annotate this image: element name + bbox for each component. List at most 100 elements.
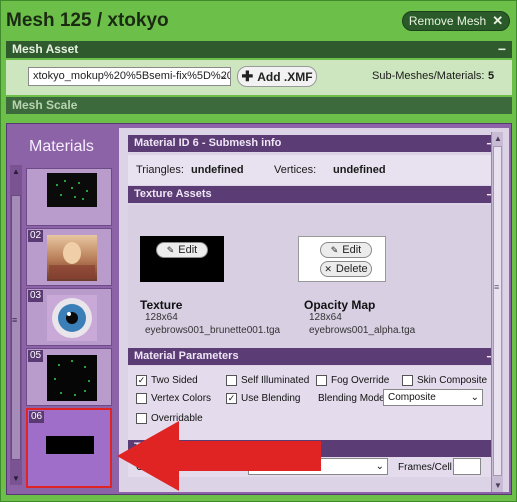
texture-assets-title: Texture Assets [134, 188, 212, 200]
vertices-value: undefined [333, 164, 386, 176]
checkbox-box[interactable]: ✓ [136, 375, 147, 386]
xmf-file-select[interactable]: xtokyo_mokup%20%5Bsemi-fix%5D%20 ⌄ [28, 67, 231, 86]
materials-panel: Materials ▲ ≡ ▼ 02 03 05 06 Material ID … [6, 123, 512, 495]
mode-value: Cycling [253, 461, 286, 472]
material-thumb-06[interactable]: 06 [26, 408, 112, 488]
scroll-up-icon[interactable]: ▲ [494, 134, 502, 143]
overridable-checkbox[interactable]: Overridable [136, 413, 203, 424]
use-blending-label: Use Blending [241, 393, 301, 404]
chevron-down-icon: ⌄ [375, 461, 384, 472]
remove-mesh-button[interactable]: Remove Mesh ✕ [402, 11, 510, 31]
mesh-editor-window: Mesh 125 / xtokyo Remove Mesh ✕ Mesh Ass… [0, 0, 517, 502]
scrollbar-thumb[interactable] [11, 195, 21, 460]
checkbox-box[interactable] [316, 375, 327, 386]
triangles-label: Triangles: [136, 164, 184, 176]
mode-label: Mode [223, 462, 249, 473]
vertices-label: Vertices: [274, 164, 317, 176]
checkbox-box[interactable] [136, 413, 147, 424]
materials-scrollbar[interactable]: ▲ ≡ ▼ [10, 165, 22, 485]
vertex-colors-checkbox[interactable]: Vertex Colors [136, 393, 211, 404]
opacity-edit-button[interactable]: ✎ Edit [320, 242, 372, 258]
material-thumb-02[interactable]: 02 [26, 228, 112, 286]
pencil-icon: ✎ [330, 244, 339, 255]
material-index: 05 [28, 350, 44, 362]
texture-animation-area: ON Mode Cycling ⌄ Frames/Cell [128, 457, 500, 477]
opacity-delete-button[interactable]: ✕ Delete [320, 261, 372, 277]
opacity-map-name: Opacity Map [304, 298, 376, 312]
frames-per-cell-input[interactable] [453, 458, 481, 475]
two-sided-checkbox[interactable]: ✓ Two Sided [136, 375, 198, 386]
material-params-header[interactable]: Material Parameters − [128, 348, 500, 365]
blending-mode-select[interactable]: Composite ⌄ [383, 389, 483, 406]
texture-size: 128x64 [145, 312, 178, 323]
mesh-asset-section-header[interactable]: Mesh Asset − [6, 41, 512, 58]
material-preview [47, 235, 97, 281]
material-thumbnail-list: 02 03 05 06 [24, 168, 114, 488]
mesh-scale-section-header[interactable]: Mesh Scale [6, 97, 512, 114]
fog-override-checkbox[interactable]: Fog Override [316, 375, 389, 386]
opacity-delete-label: Delete [335, 263, 368, 275]
triangles-value: undefined [191, 164, 244, 176]
overridable-label: Overridable [151, 413, 203, 424]
submesh-count-label: Sub-Meshes/Materials: [372, 70, 485, 82]
chevron-down-icon: ⌄ [470, 392, 479, 403]
texture-edit-label: Edit [178, 244, 198, 256]
material-preview [47, 173, 97, 207]
remove-mesh-label: Remove Mesh [408, 14, 487, 28]
on-label: ON [136, 462, 151, 473]
material-preview [46, 436, 94, 454]
checkbox-box[interactable] [136, 393, 147, 404]
submesh-info-row: Triangles: undefined Vertices: undefined [128, 155, 500, 185]
scroll-down-icon[interactable]: ▼ [494, 481, 502, 490]
mesh-asset-row: xtokyo_mokup%20%5Bsemi-fix%5D%20 ⌄ ✚ Add… [6, 60, 512, 95]
material-params-title: Material Parameters [134, 350, 239, 362]
texture-file: eyebrows001_brunette001.tga [145, 325, 281, 336]
material-params-area: ✓ Two Sided Self Illuminated Fog Overrid… [128, 366, 500, 451]
material-thumb-01[interactable] [26, 168, 112, 226]
close-icon: ✕ [324, 263, 332, 274]
opacity-map-size: 128x64 [309, 312, 342, 323]
add-xmf-button[interactable]: ✚ Add .XMF [237, 66, 317, 87]
material-index: 02 [28, 230, 44, 242]
material-index: 03 [28, 290, 44, 302]
scrollbar-thumb[interactable] [493, 146, 502, 476]
collapse-icon[interactable]: − [498, 41, 506, 58]
scroll-up-icon[interactable]: ▲ [12, 167, 20, 176]
texture-animation-title: T [134, 441, 141, 453]
mesh-scale-title: Mesh Scale [12, 98, 78, 112]
frames-per-cell-label: Frames/Cell [398, 462, 452, 473]
checkbox-box[interactable] [402, 375, 413, 386]
texture-edit-button[interactable]: ✎ Edit [156, 242, 208, 258]
window-title: Mesh 125 / xtokyo [6, 10, 169, 31]
material-preview [47, 355, 97, 401]
self-illuminated-checkbox[interactable]: Self Illuminated [226, 375, 309, 386]
scroll-down-icon[interactable]: ▼ [12, 474, 20, 483]
grip-icon: ≡ [494, 282, 500, 292]
checkbox-box[interactable]: ✓ [226, 393, 237, 404]
grip-icon: ≡ [12, 315, 18, 325]
material-thumb-03[interactable]: 03 [26, 288, 112, 346]
mesh-asset-title: Mesh Asset [12, 42, 79, 56]
submesh-info-header[interactable]: Material ID 6 - Submesh info − [128, 135, 500, 152]
opacity-edit-label: Edit [342, 244, 362, 256]
mode-select[interactable]: Cycling ⌄ [248, 458, 388, 475]
submesh-count-value: 5 [488, 70, 495, 82]
detail-scrollbar[interactable]: ▲ ≡ ▼ [491, 132, 503, 492]
texture-animation-header[interactable]: T [128, 440, 500, 457]
texture-assets-header[interactable]: Texture Assets − [128, 186, 500, 203]
checkbox-box[interactable] [226, 375, 237, 386]
texture-name: Texture [140, 298, 183, 312]
use-blending-checkbox[interactable]: ✓ Use Blending [226, 393, 300, 404]
material-index: 06 [29, 411, 45, 423]
fog-override-label: Fog Override [331, 375, 390, 386]
material-detail-panel: Material ID 6 - Submesh info − Triangles… [119, 128, 509, 492]
skin-composite-checkbox[interactable]: Skin Composite [402, 375, 487, 386]
xmf-file-value: xtokyo_mokup%20%5Bsemi-fix%5D%20 [33, 70, 231, 82]
opacity-map-file: eyebrows001_alpha.tga [309, 325, 416, 336]
skin-composite-label: Skin Composite [417, 375, 488, 386]
blending-mode-label: Blending Mode [318, 393, 385, 404]
chevron-down-icon: ⌄ [218, 70, 228, 82]
pencil-icon: ✎ [166, 244, 175, 255]
blending-mode-value: Composite [388, 392, 436, 403]
material-thumb-05[interactable]: 05 [26, 348, 112, 406]
